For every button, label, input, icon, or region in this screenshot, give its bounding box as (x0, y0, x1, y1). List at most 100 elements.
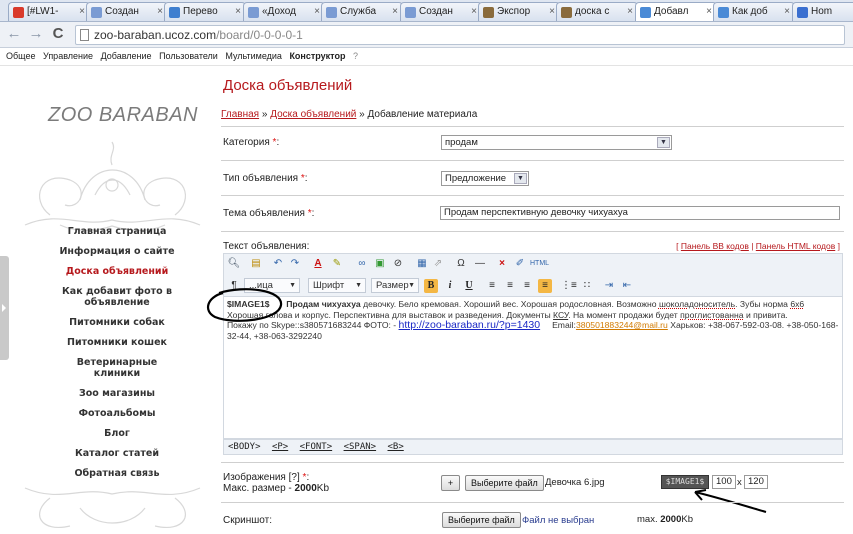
sidebar-item-vet-clinics[interactable]: Ветеринарные клиники (52, 357, 182, 379)
align-right-icon[interactable]: ≡ (520, 279, 534, 293)
table-icon[interactable]: ▦ (415, 257, 429, 271)
url-input[interactable]: zoo-baraban.ucoz.com/board/0-0-0-0-1 (75, 25, 845, 45)
align-justify-icon[interactable]: ≡ (538, 279, 552, 293)
required-mark: * (300, 173, 305, 184)
bullet-list-icon[interactable]: ∷ (580, 279, 594, 293)
sidebar-item-blog[interactable]: Блог (52, 428, 182, 439)
format-painter-icon[interactable]: ✐ (513, 257, 527, 271)
image-height-input[interactable]: 120 (744, 475, 768, 489)
close-icon[interactable]: × (627, 3, 633, 21)
close-icon[interactable]: × (235, 3, 241, 21)
undo-icon[interactable]: ↶ (271, 257, 285, 271)
reload-icon[interactable]: C (50, 26, 66, 42)
link-icon[interactable]: ∞ (355, 257, 369, 271)
images-help-link[interactable]: [?] (289, 472, 300, 483)
side-panel-handle[interactable] (0, 256, 9, 360)
type-select[interactable]: Предложение ▼ (441, 171, 529, 186)
bb-codes-link[interactable]: Панель BB кодов (681, 241, 749, 251)
underline-icon[interactable]: U (462, 279, 476, 293)
image-width-input[interactable]: 100 (712, 475, 736, 489)
text-label: Текст объявления: (223, 241, 310, 252)
sidebar-item-board[interactable]: Доска объявлений (52, 266, 182, 277)
admin-item-manage[interactable]: Управление (43, 51, 93, 61)
html-codes-link[interactable]: Панель HTML кодов (756, 241, 835, 251)
back-arrow-icon[interactable]: ← (6, 26, 22, 42)
close-icon[interactable]: × (784, 3, 790, 21)
sidebar-item-feedback[interactable]: Обратная связь (52, 468, 182, 479)
browser-tab[interactable]: Создан × (86, 2, 168, 21)
browser-tab[interactable]: доска с × (556, 2, 638, 21)
editor-content[interactable]: $IMAGE1$ Продам чихуахуа девочку. Бело к… (223, 297, 843, 439)
highlight-icon[interactable]: ✎ (330, 257, 344, 271)
editor-site-link[interactable]: http://zoo-baraban.ru/?p=1430 (399, 319, 541, 331)
choose-file-button[interactable]: Выберите файл (465, 475, 544, 491)
bold-icon[interactable]: B (424, 279, 438, 293)
close-icon[interactable]: × (314, 3, 320, 21)
browser-tab[interactable]: Экспор × (478, 2, 560, 21)
browser-tab[interactable]: Служба × (321, 2, 403, 21)
remove-format-icon[interactable]: × (495, 257, 509, 271)
size-dropdown[interactable]: Размер ▼ (371, 278, 419, 293)
paste-icon[interactable]: ▤ (249, 257, 263, 271)
close-icon[interactable]: × (706, 3, 712, 21)
browser-tab[interactable]: Создан × (400, 2, 482, 21)
close-icon[interactable]: × (392, 3, 398, 21)
browser-tab[interactable]: «Доход × (243, 2, 325, 21)
horizontal-rule-icon[interactable]: — (473, 257, 487, 271)
tab-favicon-icon (169, 7, 180, 18)
image-icon[interactable]: ▣ (373, 257, 387, 271)
path-tag-p[interactable]: <P> (272, 442, 288, 452)
search-icon[interactable]: 🔍︎ (227, 257, 241, 271)
browser-tab[interactable]: [#LW1- × (8, 2, 90, 21)
close-icon[interactable]: × (157, 3, 163, 21)
numbered-list-icon[interactable]: ⋮≡ (561, 279, 577, 293)
outdent-icon[interactable]: ⇤ (620, 279, 634, 293)
browser-tab[interactable]: Как доб × (713, 2, 795, 21)
font-dropdown[interactable]: Шрифт ▼ (308, 278, 366, 293)
forward-arrow-icon[interactable]: → (28, 26, 44, 42)
html-mode-icon[interactable]: HTML (530, 257, 549, 271)
sidebar-item-cat-kennels[interactable]: Питомники кошек (52, 337, 182, 348)
italic-icon[interactable]: i (443, 279, 457, 293)
media-icon[interactable]: ⇗ (431, 257, 445, 271)
admin-item-add[interactable]: Добавление (101, 51, 152, 61)
admin-item-general[interactable]: Общее (6, 51, 35, 61)
text-color-icon[interactable]: A (311, 257, 325, 271)
choose-screenshot-button[interactable]: Выберите файл (442, 512, 521, 528)
breadcrumb-home-link[interactable]: Главная (221, 109, 259, 120)
path-tag-span[interactable]: <SPAN> (344, 442, 377, 452)
sidebar-item-articles[interactable]: Каталог статей (52, 448, 182, 459)
close-icon[interactable]: × (471, 3, 477, 21)
category-select[interactable]: продам ▼ (441, 135, 672, 150)
editor-email-link[interactable]: 380501883244@mail.ru (576, 320, 668, 330)
align-left-icon[interactable]: ≡ (485, 279, 499, 293)
path-tag-body[interactable]: <BODY> (228, 442, 261, 452)
omega-icon[interactable]: Ω (454, 257, 468, 271)
browser-tab[interactable]: Добавл × (635, 2, 717, 21)
sidebar-item-dog-kennels[interactable]: Питомники собак (52, 317, 182, 328)
add-image-button[interactable]: + (441, 475, 460, 491)
breadcrumb-board-link[interactable]: Доска объявлений (270, 109, 356, 120)
sidebar-item-about[interactable]: Информация о сайте (52, 246, 182, 257)
topic-input[interactable]: Продам перспективную девочку чихуахуа (440, 206, 840, 220)
site-logo[interactable]: ZOO BARABAN (48, 104, 198, 127)
image-code-box[interactable]: $IMAGE1$ (661, 475, 709, 489)
redo-icon[interactable]: ↷ (288, 257, 302, 271)
sidebar-item-zoo-shops[interactable]: Зоо магазины (52, 388, 182, 399)
browser-tab[interactable]: Перево × (164, 2, 246, 21)
unlink-icon[interactable]: ⊘ (391, 257, 405, 271)
sidebar-item-home[interactable]: Главная страница (52, 226, 182, 237)
sidebar-item-photo-albums[interactable]: Фотоальбомы (52, 408, 182, 419)
path-tag-font[interactable]: <FONT> (300, 442, 333, 452)
align-center-icon[interactable]: ≡ (503, 279, 517, 293)
close-icon[interactable]: × (549, 3, 555, 21)
admin-item-users[interactable]: Пользователи (159, 51, 218, 61)
admin-help-icon[interactable]: ? (353, 51, 358, 61)
indent-icon[interactable]: ⇥ (602, 279, 616, 293)
sidebar-item-howto-photo[interactable]: Как добавит фото в объявление (62, 286, 172, 308)
admin-item-constructor[interactable]: Конструктор (289, 51, 345, 61)
close-icon[interactable]: × (79, 3, 85, 21)
admin-item-multimedia[interactable]: Мультимедиа (225, 51, 282, 61)
path-tag-b[interactable]: <B> (388, 442, 404, 452)
browser-tab[interactable]: Hom× (792, 2, 853, 21)
